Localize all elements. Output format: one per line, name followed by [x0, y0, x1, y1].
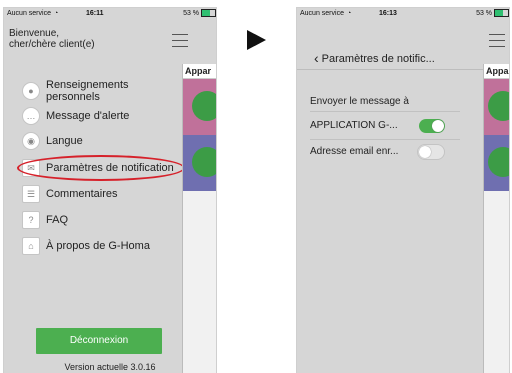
background-page-strip: Appa	[483, 64, 509, 373]
person-icon: ●	[22, 82, 40, 100]
chevron-left-icon: ‹	[314, 50, 319, 66]
battery-icon	[494, 9, 509, 18]
device-icon	[488, 91, 509, 121]
divider	[310, 139, 460, 140]
side-header: Appa	[484, 64, 509, 79]
back-button[interactable]: ‹ Paramètres de notific...	[314, 49, 435, 66]
toggle-application[interactable]	[419, 119, 445, 133]
status-bar: Aucun service ◔ 16:11 53 %	[4, 8, 216, 20]
option-email: Adresse email enr...	[310, 146, 398, 157]
wifi-icon: ◔	[53, 10, 59, 17]
header-divider	[297, 69, 483, 70]
menu-label: Message d'alerte	[46, 110, 130, 122]
menu-label: FAQ	[46, 214, 69, 226]
wifi-icon: ◔	[346, 10, 352, 17]
page-title: Paramètres de notific...	[321, 53, 435, 65]
menu-item-alerte[interactable]: … Message d'alerte	[22, 107, 129, 125]
question-icon: ?	[22, 211, 40, 229]
section-label: Envoyer le message à	[310, 96, 409, 107]
arrow-right-icon	[247, 30, 266, 50]
option-label: Adresse email enr...	[310, 146, 399, 157]
phone-screen-menu: Aucun service ◔ 16:11 53 % Bienvenue, che…	[4, 8, 216, 373]
phone-screen-notification-settings: Aucun service ◔ 16:13 53 % ‹ Paramètres de…	[297, 8, 509, 373]
device-band	[183, 135, 216, 191]
menu-label: À propos de G-Homa	[46, 240, 150, 252]
speech-bubble-icon: …	[22, 107, 40, 125]
menu-item-renseignements[interactable]: ● Renseignements personnels	[22, 79, 156, 103]
logout-button[interactable]: Déconnexion	[36, 328, 162, 354]
device-band	[484, 135, 509, 191]
menu-item-faq[interactable]: ? FAQ	[22, 211, 68, 229]
carrier-text: Aucun service ◔	[7, 8, 58, 20]
hamburger-menu-icon[interactable]	[172, 34, 188, 52]
clock: 16:13	[379, 10, 397, 17]
device-icon	[192, 147, 216, 177]
menu-label: Commentaires	[46, 188, 118, 200]
battery-indicator: 53 %	[476, 8, 509, 20]
side-header: Appar	[183, 64, 216, 79]
device-icon	[488, 147, 509, 177]
option-application: APPLICATION G-...	[310, 120, 398, 131]
device-band	[183, 79, 216, 135]
device-icon	[192, 91, 216, 121]
carrier-text: Aucun service ◔	[300, 8, 351, 20]
menu-label: Renseignements personnels	[46, 79, 129, 103]
greeting-text: Bienvenue, cher/chère client(e)	[9, 28, 95, 50]
toggle-email[interactable]	[417, 144, 445, 160]
clock: 16:11	[86, 10, 104, 17]
menu-item-langue[interactable]: ◉ Langue	[22, 132, 83, 150]
notification-highlight-ellipse	[17, 155, 185, 181]
house-icon: ⌂	[22, 237, 40, 255]
version-text: Version actuelle 3.0.16	[64, 362, 156, 372]
background-page-strip: Appar	[182, 64, 216, 373]
battery-indicator: 53 %	[183, 8, 216, 20]
menu-item-about[interactable]: ⌂ À propos de G-Homa	[22, 237, 150, 255]
hamburger-menu-icon[interactable]	[489, 34, 505, 52]
menu-label: Langue	[46, 135, 83, 147]
status-bar: Aucun service ◔ 16:13 53 %	[297, 8, 509, 20]
option-label: APPLICATION G-...	[310, 120, 398, 131]
menu-item-commentaires[interactable]: ☰ Commentaires	[22, 185, 118, 203]
divider	[310, 111, 460, 112]
comment-icon: ☰	[22, 185, 40, 203]
device-band	[484, 79, 509, 135]
battery-icon	[201, 9, 216, 18]
globe-icon: ◉	[22, 132, 40, 150]
